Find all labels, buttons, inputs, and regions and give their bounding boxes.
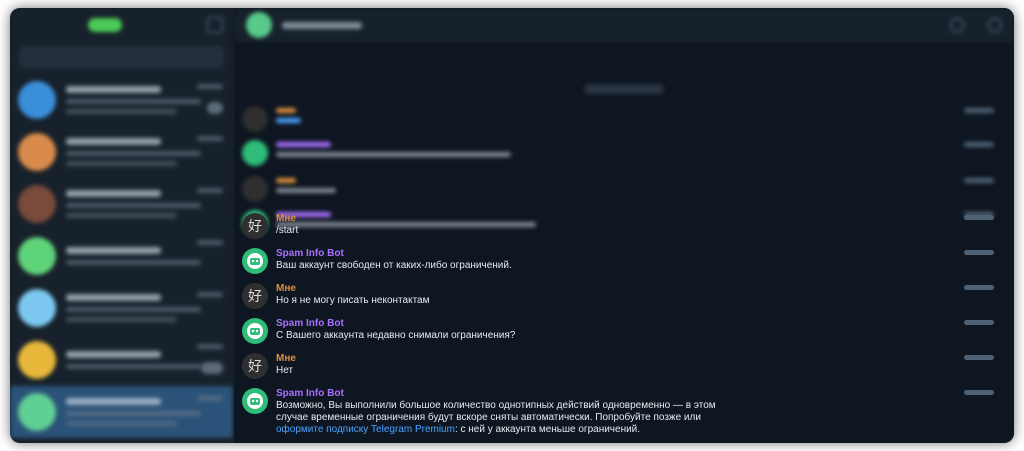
avatar[interactable]: 好 — [242, 283, 268, 309]
search-icon[interactable] — [950, 18, 964, 32]
message-text: Но я не могу писать неконтактам — [276, 295, 430, 306]
avatar — [18, 237, 56, 275]
message-text-line: случае временные ограничения будут вскор… — [276, 412, 701, 423]
list-item[interactable] — [10, 126, 233, 178]
avatar — [18, 81, 56, 119]
message: Spam Info Bot Ваш аккаунт свободен от ка… — [242, 248, 994, 274]
compose-icon[interactable] — [207, 17, 223, 33]
avatar — [18, 289, 56, 327]
avatar — [18, 185, 56, 223]
message: 好 Мне Нет — [242, 353, 994, 379]
search-input[interactable] — [19, 46, 224, 68]
more-icon[interactable] — [988, 18, 1002, 32]
bot-avatar[interactable] — [242, 388, 268, 414]
message-sender[interactable]: Мне — [276, 283, 429, 295]
message-text-line: Возможно, Вы выполнили большое количеств… — [276, 400, 716, 411]
list-item[interactable] — [10, 74, 233, 126]
message: Spam Info Bot С Вашего аккаунта недавно … — [242, 318, 994, 344]
robot-icon — [247, 253, 263, 269]
message-sender[interactable]: Мне — [276, 353, 296, 365]
bot-avatar[interactable] — [242, 248, 268, 274]
message-text-tail: : с ней у аккаунта меньше ограничений. — [454, 424, 641, 435]
chat-header — [234, 8, 1014, 42]
list-item-active[interactable] — [10, 386, 233, 438]
avatar — [18, 133, 56, 171]
robot-icon — [247, 393, 263, 409]
message: Spam Info Bot Возможно, Вы выполнили бол… — [242, 388, 994, 436]
message: 好 Мне Но я не могу писать неконтактам — [242, 283, 994, 309]
avatar[interactable]: 好 — [242, 353, 268, 379]
premium-link[interactable]: оформите подписку Telegram Premium — [276, 424, 455, 435]
message-text-line: оформите подписку Telegram Premium: с не… — [276, 424, 716, 436]
list-item[interactable] — [10, 282, 233, 334]
avatar — [18, 341, 56, 379]
message-time — [964, 320, 994, 325]
sidebar-header — [10, 8, 233, 42]
message-text: Нет — [276, 365, 294, 376]
bot-avatar[interactable] — [242, 318, 268, 344]
message-time — [964, 215, 994, 220]
message-time — [964, 355, 994, 360]
list-item[interactable] — [10, 178, 233, 230]
message-sender[interactable]: Spam Info Bot — [276, 248, 512, 260]
list-item[interactable] — [10, 230, 233, 282]
chat-title[interactable] — [282, 21, 362, 29]
message-text: Ваш аккаунт свободен от каких-либо огран… — [276, 260, 512, 271]
list-item[interactable] — [10, 334, 233, 386]
avatar[interactable]: 好 — [242, 213, 268, 239]
telegram-window: 好 Мне /start Spam Info Bot Ваш аккаунт с… — [10, 8, 1014, 443]
message-sender[interactable]: Spam Info Bot — [276, 318, 515, 330]
avatar — [18, 393, 56, 431]
message-blurred — [242, 106, 994, 132]
message-blurred — [242, 140, 994, 166]
bot-command[interactable]: /start — [276, 225, 298, 237]
message-sender[interactable]: Spam Info Bot — [276, 388, 716, 400]
conversation-panel: 好 Мне /start Spam Info Bot Ваш аккаунт с… — [234, 8, 1014, 443]
message-time — [964, 250, 994, 255]
avatar[interactable] — [246, 12, 272, 38]
message-text: С Вашего аккаунта недавно снимали ограни… — [276, 330, 516, 341]
message-time — [964, 285, 994, 290]
message-blurred — [242, 176, 994, 202]
date-chip — [584, 84, 664, 94]
status-toggle[interactable] — [88, 18, 122, 32]
message: 好 Мне /start — [242, 213, 994, 239]
message-time — [964, 390, 994, 395]
robot-icon — [247, 323, 263, 339]
message-sender[interactable]: Мне — [276, 213, 298, 225]
chat-list-sidebar — [10, 8, 234, 443]
